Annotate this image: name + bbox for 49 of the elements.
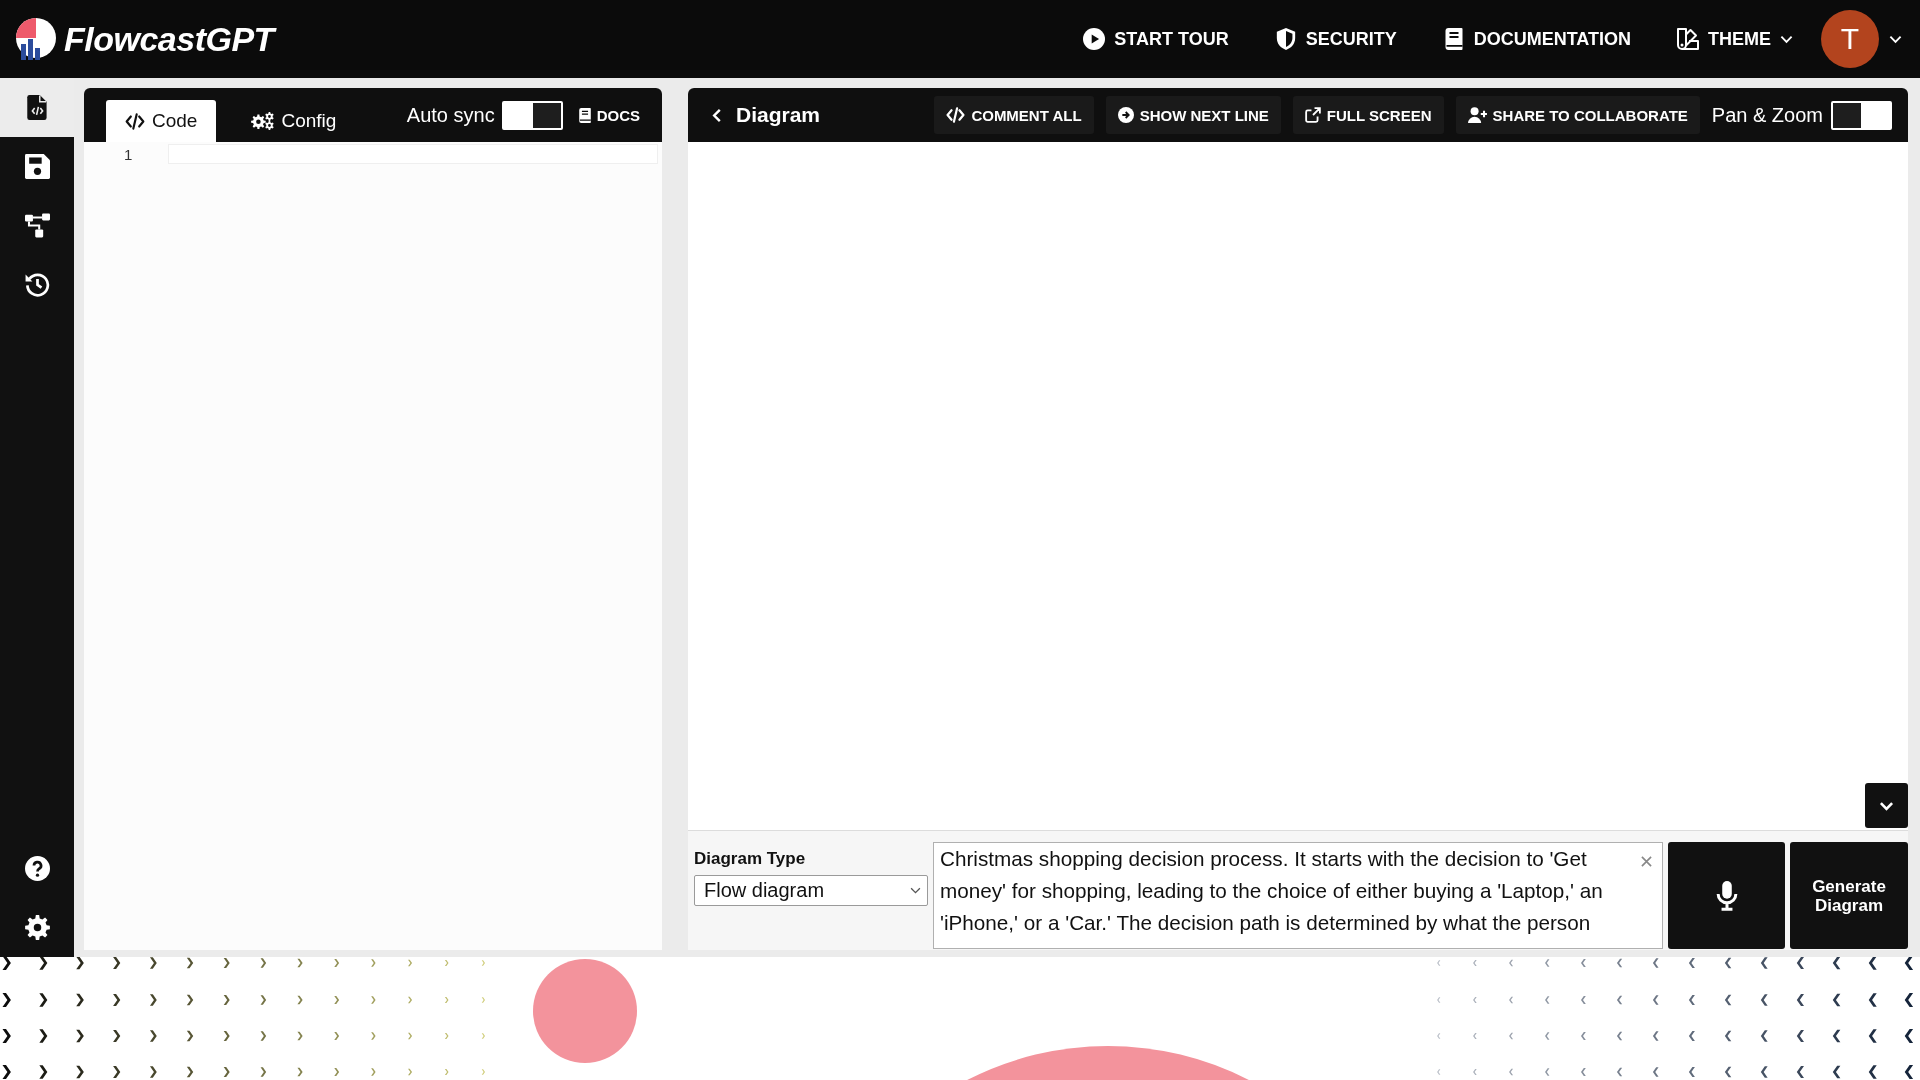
generate-diagram-button[interactable]: Generate Diagram [1790, 842, 1908, 949]
nav-button[interactable]: SECURITY [1264, 22, 1407, 56]
docs-button[interactable]: DOCS [574, 102, 644, 128]
file-code-icon [24, 95, 50, 120]
caret-icon [1780, 34, 1793, 44]
play-icon [1083, 28, 1106, 50]
sitemap-icon [24, 213, 50, 238]
chevron-down-icon [1879, 800, 1894, 811]
editor-tab[interactable]: Config [232, 100, 356, 142]
settings-icon [24, 915, 50, 940]
diagram-type-label: Diagram Type [694, 849, 806, 869]
history-icon [24, 272, 50, 297]
auto-sync-label: Auto sync [406, 103, 495, 127]
book-icon [578, 107, 591, 123]
chevron-left-icon [712, 107, 722, 123]
sidebar-item[interactable] [0, 78, 74, 137]
chart-logo-icon [14, 17, 58, 61]
caret-icon [910, 887, 921, 894]
pan-zoom-toggle[interactable] [1831, 100, 1892, 130]
code-icon [125, 112, 145, 130]
clear-button[interactable] [1639, 854, 1654, 869]
code-icon [946, 107, 966, 123]
nav-button[interactable]: DOCUMENTATION [1432, 22, 1641, 56]
help-icon [24, 856, 50, 881]
diagram-title: Diagram [736, 103, 821, 127]
palette-icon [1677, 28, 1699, 50]
gears-icon [251, 112, 275, 130]
toolbar-button[interactable]: COMMENT ALL [934, 96, 1094, 134]
diagram-type-select[interactable]: Flow diagram [694, 875, 928, 906]
nav-button[interactable]: THEME [1667, 22, 1803, 56]
auto-sync-toggle[interactable] [501, 100, 563, 130]
editor-tab[interactable]: Code [106, 100, 217, 142]
nav-button[interactable]: START TOUR [1073, 22, 1239, 56]
arrow-circle-icon [1117, 107, 1134, 123]
pan-zoom-label: Pan & Zoom [1711, 103, 1823, 127]
save-icon [24, 154, 50, 179]
collapse-button[interactable] [1865, 783, 1908, 828]
microphone-button[interactable] [1668, 842, 1785, 949]
toolbar-button[interactable]: SHOW NEXT LINE [1105, 96, 1281, 134]
toolbar-button[interactable]: FULL SCREEN [1292, 96, 1444, 134]
prompt-textarea[interactable]: Christmas shopping decision process. It starts with the decision to 'Get money' for shopping, leading to the choice of either buying a 'Laptop,' an 'iPhone,' or a 'Car.' The decision path is determined by what the person [933, 842, 1663, 949]
avatar-button[interactable]: T [1821, 10, 1879, 68]
shield-icon [1274, 28, 1297, 50]
close-icon [1641, 856, 1652, 867]
toolbar-button[interactable]: SHARE TO COLLABORATE [1455, 96, 1700, 134]
user-plus-icon [1467, 107, 1487, 123]
line-number: 1 [123, 145, 134, 163]
external-link-icon [1304, 107, 1321, 123]
microphone-icon [1715, 880, 1738, 911]
